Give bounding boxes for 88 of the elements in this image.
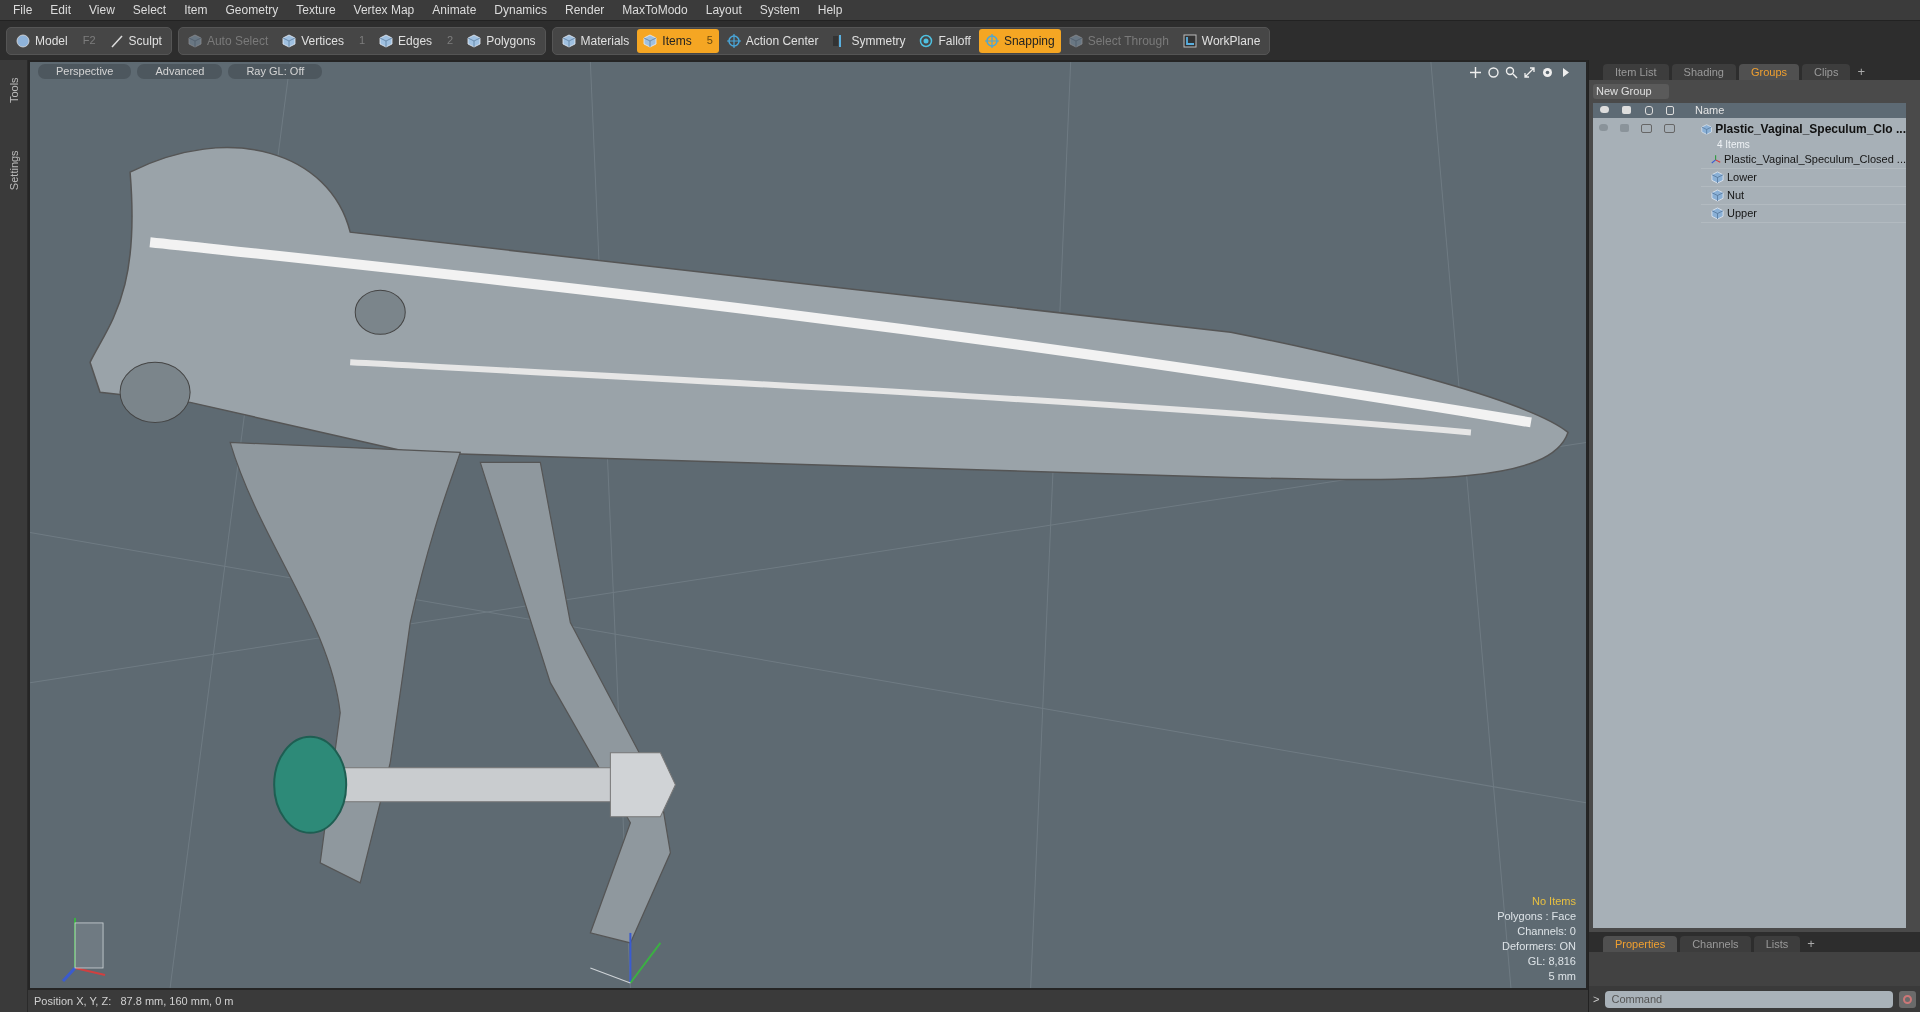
tool-button[interactable]: Snapping — [978, 28, 1061, 53]
move-icon[interactable] — [1469, 66, 1482, 79]
menu-item[interactable]: Texture — [287, 1, 345, 19]
menu-item[interactable]: Geometry — [216, 1, 288, 19]
mesh-cube-icon — [1711, 207, 1724, 220]
tool-button[interactable]: Action Center — [720, 28, 825, 53]
ring-icon — [919, 33, 934, 48]
menu-item[interactable]: Help — [808, 1, 852, 19]
settings-icon[interactable] — [1541, 66, 1554, 79]
mesh-cube-icon — [1711, 189, 1724, 202]
axis-lines-icon — [589, 931, 662, 984]
menu-item[interactable]: Vertex Map — [344, 1, 424, 19]
panel-tab[interactable]: Properties — [1603, 936, 1678, 952]
cube-icon — [379, 33, 394, 48]
record-button[interactable] — [1899, 990, 1916, 1008]
menu-item[interactable]: Item — [175, 1, 217, 19]
cube-icon — [643, 33, 658, 48]
viewport[interactable]: Perspective Advanced Ray GL: Off No Items Polygons : Face Channels: 0 Deformers: ON GL: 8,816 5 mm — [28, 60, 1588, 990]
panel-tab[interactable]: Clips — [1802, 64, 1851, 80]
tool-button[interactable]: Falloff — [913, 28, 977, 53]
panel-tab[interactable]: Groups — [1738, 64, 1800, 80]
menu-item[interactable]: Layout — [696, 1, 751, 19]
panel-tab[interactable]: Channels — [1680, 936, 1751, 952]
menu-item[interactable]: Dynamics — [485, 1, 556, 19]
brush-icon — [109, 33, 124, 48]
group-name[interactable]: Plastic_Vaginal_Speculum_Clo ... — [1715, 120, 1906, 138]
mesh-cube-icon — [1711, 171, 1724, 184]
rotate-icon[interactable] — [1487, 66, 1500, 79]
item-name[interactable]: Upper — [1727, 205, 1757, 222]
menu-item[interactable]: MaxToModo — [613, 1, 697, 19]
sphere-icon — [16, 33, 30, 48]
viewport-info-text: No Items — [1532, 894, 1576, 909]
command-prompt: > — [1593, 991, 1600, 1007]
cube-icon — [187, 33, 202, 48]
mesh-cube-icon — [1701, 122, 1713, 136]
cube-icon — [467, 33, 482, 48]
checkbox-icon[interactable] — [1641, 124, 1652, 133]
add-tab-button[interactable]: + — [1803, 936, 1819, 952]
tool-button[interactable]: Symmetry — [826, 28, 912, 53]
command-field[interactable]: Command — [1605, 990, 1893, 1008]
menu-item[interactable]: View — [80, 1, 124, 19]
workplane-icon — [1182, 33, 1197, 48]
menu-item[interactable]: System — [750, 1, 809, 19]
viewport-info-text: Channels: 0 — [1517, 924, 1576, 939]
tool-button[interactable]: Materials — [555, 28, 636, 53]
panel-tab[interactable]: Shading — [1671, 64, 1736, 80]
viewport-info-text: Polygons : Face — [1497, 909, 1576, 924]
menu-item[interactable]: File — [4, 1, 42, 19]
tool-button[interactable]: Sculpt — [103, 28, 168, 53]
locator-icon — [1711, 153, 1721, 166]
crosshair-icon — [984, 33, 999, 48]
cube-icon — [1068, 33, 1083, 48]
side-tab[interactable]: Settings — [5, 150, 22, 190]
viewport-info-text: 5 mm — [1548, 969, 1576, 984]
cube-icon — [282, 33, 297, 48]
new-group-button[interactable]: New Group — [1593, 84, 1669, 99]
viewport-tab[interactable]: Advanced — [137, 64, 223, 79]
hotkey-label: 5 — [706, 33, 713, 49]
checkbox-icon[interactable] — [1664, 124, 1675, 133]
panel-tab[interactable]: Item List — [1603, 64, 1669, 80]
menu-item[interactable]: Animate — [423, 1, 486, 19]
viewport-info-text: GL: 8,816 — [1527, 954, 1576, 969]
search-icon[interactable] — [1505, 66, 1518, 79]
lock-icon[interactable] — [1644, 106, 1653, 115]
tool-button[interactable]: WorkPlane — [1176, 28, 1267, 53]
item-count: 4 Items — [1716, 138, 1751, 151]
tool-button[interactable]: Items 5 — [637, 28, 719, 53]
status-text: Position X, Y, Z: 87.8 mm, 160 mm, 0 m — [34, 993, 234, 1009]
cube-icon — [561, 33, 576, 48]
eye-icon[interactable] — [1599, 106, 1609, 113]
panel-tab[interactable]: Lists — [1753, 936, 1801, 952]
maximize-icon[interactable] — [1523, 66, 1536, 79]
select-icon[interactable] — [1666, 106, 1675, 115]
viewport-tab[interactable]: Ray GL: Off — [228, 64, 323, 79]
menu-item[interactable]: Render — [556, 1, 614, 19]
add-tab-button[interactable]: + — [1853, 64, 1870, 80]
item-name[interactable]: Lower — [1727, 169, 1757, 186]
tool-button[interactable]: Polygons — [461, 28, 542, 53]
viewport-tab[interactable]: Perspective — [38, 64, 132, 79]
menu-item[interactable]: Select — [123, 1, 176, 19]
crosshair-icon — [726, 33, 741, 48]
item-name[interactable]: Nut — [1727, 187, 1745, 204]
side-tab[interactable]: Tools — [5, 77, 22, 103]
item-name[interactable]: Plastic_Vaginal_Speculum_Closed ... — [1724, 151, 1906, 168]
axis-gizmo-icon — [61, 916, 107, 982]
column-header: Name — [1695, 103, 1725, 119]
menu-item[interactable]: Edit — [41, 1, 81, 19]
viewport-info-text: Deformers: ON — [1502, 939, 1576, 954]
